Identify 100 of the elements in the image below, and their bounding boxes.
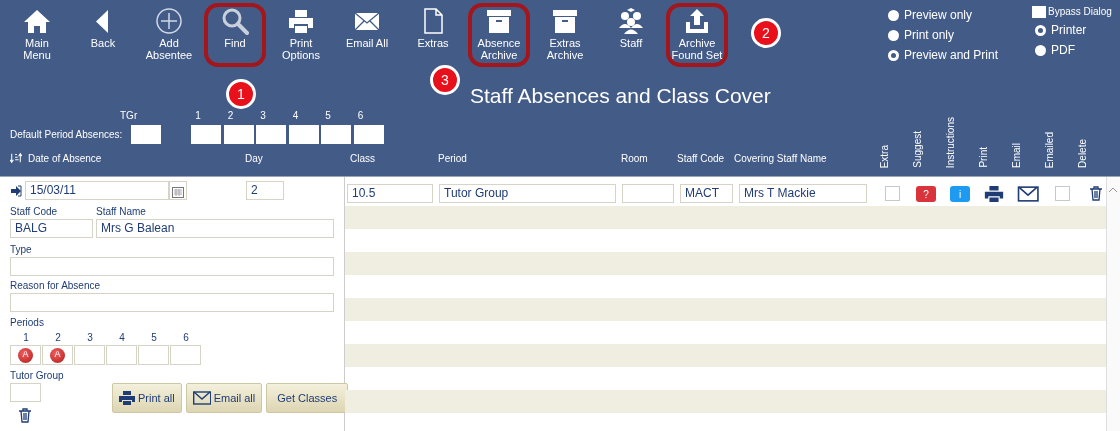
toolbar-button[interactable]: Back <box>72 3 134 67</box>
input-field[interactable] <box>321 124 351 144</box>
printer-icon <box>119 391 135 405</box>
input-field[interactable] <box>256 124 286 144</box>
field-label: Staff Name <box>96 205 147 219</box>
input-field[interactable] <box>10 383 41 402</box>
column-label: 6 <box>356 109 365 122</box>
column-header: Day <box>245 151 263 166</box>
checkbox[interactable] <box>884 186 900 201</box>
input-field[interactable]: Mrs G Balean <box>96 219 334 238</box>
calendar-icon <box>172 187 184 199</box>
column-header: Instructions <box>944 116 957 168</box>
action-button[interactable]: Get Classes <box>266 383 349 413</box>
go-arrow-icon[interactable] <box>10 184 22 197</box>
envelope-icon <box>192 391 211 405</box>
absent-marker: A <box>50 347 65 363</box>
field-label: Default Period Absences: <box>10 127 124 142</box>
column-label: 4 <box>291 109 300 122</box>
page-title: Staff Absences and Class Cover <box>470 83 771 109</box>
input-field[interactable]: Mrs T Mackie <box>739 184 867 203</box>
input-field[interactable]: MACT <box>680 184 733 203</box>
column-header: Period <box>438 151 467 166</box>
suggest-button[interactable]: ? <box>916 185 936 202</box>
period-number: 4 <box>118 331 126 345</box>
step-marker: 3 <box>430 65 460 95</box>
input-field[interactable] <box>10 257 334 276</box>
period-number: 1 <box>22 331 30 345</box>
envelope-icon[interactable] <box>1017 185 1039 202</box>
input-field[interactable] <box>622 184 674 203</box>
toolbar-button[interactable]: Print Options <box>270 3 332 67</box>
column-header: Covering Staff Name <box>734 151 827 166</box>
input-field[interactable]: 10.5 <box>347 184 433 203</box>
input-field[interactable] <box>223 124 254 144</box>
period-number: 3 <box>86 331 94 345</box>
column-label: 2 <box>226 109 235 122</box>
absent-marker: A <box>18 347 33 363</box>
plus-circle-icon <box>155 7 183 35</box>
archive-box-icon <box>551 7 579 35</box>
toolbar-button[interactable]: Archive Found Set <box>666 3 728 67</box>
column-label: 3 <box>259 109 267 122</box>
radio-option[interactable]: Print only <box>888 26 999 44</box>
period-number: 6 <box>182 331 190 345</box>
upload-icon <box>683 7 711 35</box>
sort-icon <box>10 152 22 164</box>
input-field[interactable]: Tutor Group <box>439 184 616 203</box>
step-marker: 1 <box>226 79 256 109</box>
column-header: Email <box>1010 143 1023 168</box>
date-field[interactable]: 15/03/11 <box>25 181 169 200</box>
printer-icon <box>287 7 315 35</box>
day-field[interactable]: 2 <box>246 181 284 200</box>
input-field[interactable] <box>131 124 161 144</box>
toolbar-button[interactable]: Main Menu <box>6 3 68 67</box>
column-label: TGr <box>120 109 138 122</box>
period-box[interactable]: A <box>10 345 41 365</box>
field-label: Periods <box>10 316 45 330</box>
trash-icon[interactable] <box>1089 186 1103 201</box>
column-header: Room <box>621 151 648 166</box>
column-label: 1 <box>194 109 202 122</box>
archive-box-icon <box>485 7 513 35</box>
column-header: Print <box>977 147 990 168</box>
field-label: Reason for Absence <box>10 279 102 293</box>
column-header: Date of Absence <box>28 151 102 166</box>
period-number: 2 <box>54 331 62 345</box>
radio-option[interactable]: PDF <box>1035 41 1112 59</box>
input-field[interactable] <box>10 293 334 312</box>
toolbar-button[interactable]: Staff <box>600 3 662 67</box>
radio-option[interactable]: Printer <box>1035 21 1112 39</box>
scrollbar[interactable] <box>1106 177 1120 431</box>
home-icon <box>23 7 51 35</box>
toolbar-button[interactable]: Email All <box>336 3 398 67</box>
action-button[interactable]: Email all <box>185 383 263 413</box>
radio-option[interactable]: Preview only <box>888 6 999 24</box>
column-header: Emailed <box>1043 131 1056 168</box>
toolbar-button[interactable]: Extras Archive <box>534 3 596 67</box>
column-header: Suggest <box>911 131 924 168</box>
period-box[interactable]: A <box>42 345 73 365</box>
input-field[interactable] <box>353 124 384 144</box>
field-label: Type <box>10 243 33 257</box>
checkbox-option[interactable]: Bypass Dialog <box>1032 4 1112 19</box>
action-button[interactable]: Print all <box>112 383 182 413</box>
field-label: Tutor Group <box>10 369 65 383</box>
column-header: Delete <box>1076 139 1089 168</box>
toolbar-button[interactable]: Absence Archive <box>468 3 530 67</box>
field-label: Staff Code <box>10 205 59 219</box>
period-number: 5 <box>150 331 158 345</box>
trash-icon[interactable] <box>18 408 32 423</box>
radio-option[interactable]: Preview and Print <box>888 46 999 64</box>
column-header: Class <box>350 151 375 166</box>
calendar-button[interactable] <box>169 181 187 200</box>
toolbar-button[interactable]: Add Absentee <box>138 3 200 67</box>
toolbar-button[interactable]: Find <box>204 3 266 67</box>
input-field[interactable] <box>191 124 221 144</box>
input-field[interactable] <box>288 124 319 144</box>
printer-icon[interactable] <box>984 185 1004 202</box>
checkbox[interactable] <box>1054 186 1070 201</box>
people-icon <box>617 7 645 35</box>
search-icon <box>221 7 249 35</box>
column-header: Extra <box>878 144 891 168</box>
toolbar-button[interactable]: Extras <box>402 3 464 67</box>
input-field[interactable]: BALG <box>10 219 93 238</box>
